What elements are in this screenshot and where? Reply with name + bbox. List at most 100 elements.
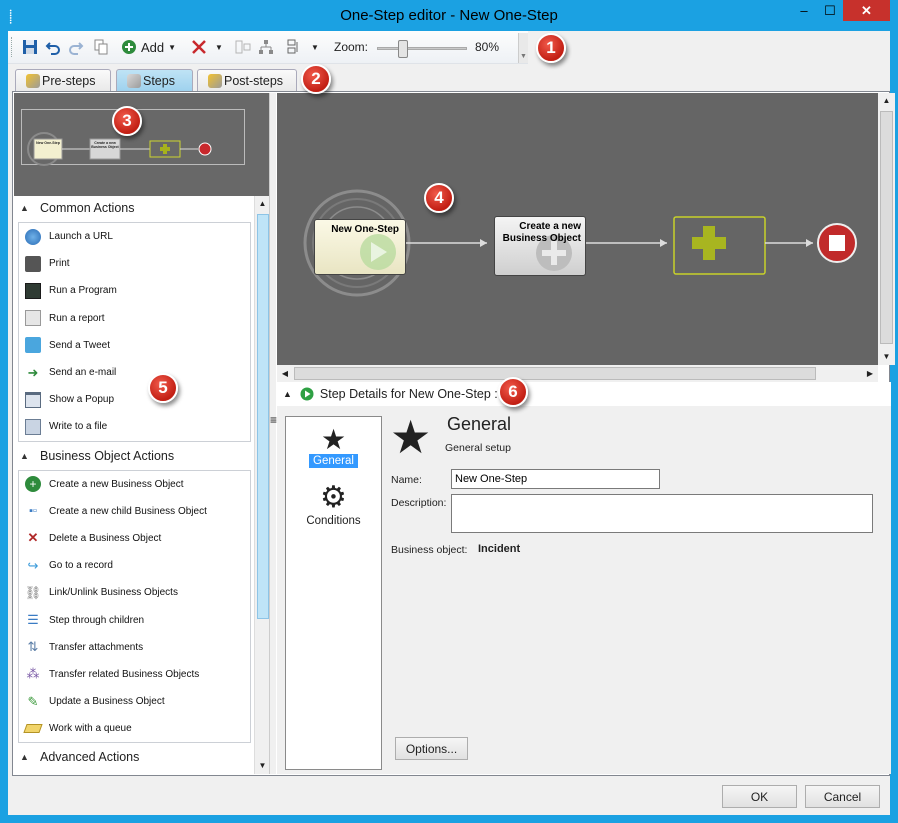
action-launch-url[interactable]: Launch a URL [19,223,250,250]
workflow-node-create-bo[interactable]: Create a new Business Object [494,216,586,276]
delete-x-icon [192,40,206,54]
options-button[interactable]: Options... [395,737,468,760]
workflow-thumbnail[interactable]: New One-Step Create a new Business Objec… [14,93,269,196]
action-send-tweet[interactable]: Send a Tweet [19,332,250,359]
goto-arrow-icon: ↪ [27,557,39,573]
star-icon: ★ [320,424,347,455]
title-bar[interactable]: ⸽ One-Step editor - New One-Step ‒ ☐ ✕ [0,0,898,31]
action-go-to-record[interactable]: ↪ Go to a record [19,552,250,579]
tab-steps[interactable]: Steps [116,69,193,91]
scroll-up-icon[interactable]: ▲ [255,196,270,212]
action-link-unlink[interactable]: ⛓ Link/Unlink Business Objects [19,579,250,606]
zoom-label: Zoom: [334,40,369,54]
hierarchy-button[interactable] [258,38,274,56]
zoom-value: 80% [475,40,500,54]
layout-icon [287,39,298,54]
scroll-left-icon[interactable]: ◀ [277,365,293,382]
action-transfer-attachments[interactable]: ⇅ Transfer attachments [19,634,250,661]
scroll-down-icon[interactable]: ▼ [878,349,895,365]
common-actions-header[interactable]: ▲ Common Actions [14,196,254,220]
delete-dropdown-arrow-icon: ▼ [215,42,223,52]
collapse-chevron-icon: ▲ [20,752,29,763]
action-label: Transfer related Business Objects [49,668,200,680]
scroll-right-icon[interactable]: ▶ [862,365,878,382]
cancel-button[interactable]: Cancel [805,785,880,808]
nav-conditions-label: Conditions [306,515,361,527]
action-transfer-related-bo[interactable]: ⁂ Transfer related Business Objects [19,661,250,688]
maximize-button[interactable]: ☐ [817,0,843,21]
close-button[interactable]: ✕ [843,0,890,21]
action-run-report[interactable]: Run a report [19,305,250,332]
toolbar-overflow-button[interactable]: ▼ [518,33,528,63]
ok-button[interactable]: OK [722,785,797,808]
save-button[interactable] [22,38,38,56]
window-title: One-Step editor - New One-Step [340,7,558,24]
action-delete-bo[interactable]: ✕ Delete a Business Object [19,525,250,552]
action-label: Work with a queue [49,723,132,735]
undo-button[interactable] [45,38,61,56]
panel-splitter[interactable]: ≡ [269,93,277,774]
nav-general-label: General [309,454,358,468]
action-run-program[interactable]: Run a Program [19,277,250,304]
toolbox-scrollbar[interactable]: ▲ ▼ [254,196,270,774]
business-object-actions-header[interactable]: ▲ Business Object Actions [14,443,254,468]
add-button[interactable]: Add ▼ [121,38,176,56]
step-details-header[interactable]: ▲ Step Details for New One-Step : [277,382,891,406]
report-icon [25,310,41,327]
name-input[interactable] [451,469,660,489]
start-node-label: New One-Step [331,224,399,235]
action-update-bo[interactable]: ✎ Update a Business Object [19,688,250,715]
scroll-down-icon[interactable]: ▼ [255,758,270,774]
description-textarea[interactable] [451,494,873,533]
canvas-vscroll-thumb[interactable] [880,111,893,344]
tab-post-steps[interactable]: Post-steps [197,69,297,91]
align-icon [235,40,251,54]
action-write-file[interactable]: Write to a file [19,413,250,440]
copy-button[interactable] [93,38,109,56]
program-icon [25,282,41,299]
nav-general[interactable]: ★ General [286,424,381,468]
delete-button[interactable]: ▼ [191,38,223,56]
action-print[interactable]: Print [19,250,250,277]
tab-pre-steps[interactable]: Pre-steps [15,69,111,91]
action-send-email[interactable]: ➜ Send an e-mail [19,359,250,386]
add-dropdown-arrow-icon: ▼ [168,42,177,52]
canvas-vertical-scrollbar[interactable]: ▲ ▼ [878,93,895,365]
zoom-slider-thumb[interactable] [398,40,408,58]
canvas-horizontal-scrollbar[interactable]: ◀ ▶ [277,365,878,382]
name-label: Name: [391,474,422,486]
queue-icon [23,724,43,734]
toolbox-scroll-thumb[interactable] [257,214,269,619]
toolbar-grip[interactable] [11,37,14,57]
redo-icon [69,42,84,55]
zoom-slider-track[interactable] [377,47,467,50]
action-work-with-queue[interactable]: Work with a queue [19,715,250,742]
action-label: Transfer attachments [49,641,144,653]
action-label: Create a new Business Object [49,478,184,490]
email-arrow-icon: ➜ [27,364,39,380]
toolbar: Add ▼ ▼ ▼ Zoom: 80% ▼ [8,31,528,64]
workflow-node-start[interactable]: New One-Step [314,219,406,275]
align-button[interactable] [235,38,251,56]
nav-conditions[interactable]: ⚙ Conditions [286,481,381,527]
left-panel: New One-Step Create a new Business Objec… [14,93,270,774]
action-create-bo[interactable]: + Create a new Business Object [19,471,250,498]
canvas-hscroll-thumb[interactable] [294,367,816,380]
scroll-up-icon[interactable]: ▲ [878,93,895,109]
advanced-actions-header[interactable]: ▲ Advanced Actions [14,745,254,770]
thumbnail-node1-label: New One-Step [36,141,60,145]
action-label: Launch a URL [49,231,113,243]
workflow-canvas[interactable]: New One-Step Create a new Business Objec… [277,93,878,365]
callout-badge-6: 6 [498,377,528,407]
action-create-child-bo[interactable]: ▪▫ Create a new child Business Object [19,498,250,525]
action-step-through-children[interactable]: ☰ Step through children [19,606,250,633]
minimize-button[interactable]: ‒ [791,0,817,21]
pencil-icon: ✎ [27,693,39,709]
section-title: General [447,414,512,434]
callout-badge-3: 3 [112,106,142,136]
action-show-popup[interactable]: Show a Popup [19,386,250,413]
layout-button[interactable]: ▼ [285,38,319,56]
collapse-chevron-icon: ▲ [20,203,29,213]
common-actions-list: Launch a URL Print Run a Program Run a r… [18,222,251,442]
redo-button[interactable] [68,38,84,56]
